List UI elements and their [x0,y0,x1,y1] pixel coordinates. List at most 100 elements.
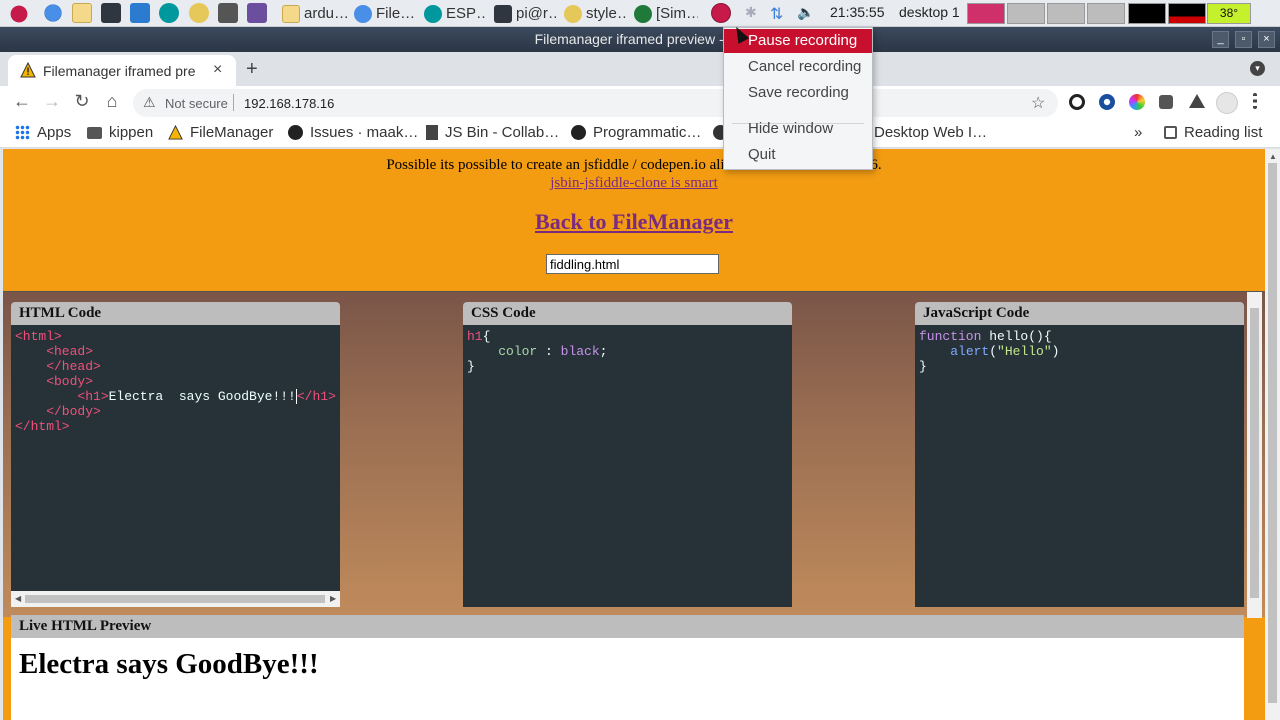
omnibox-separator [233,94,234,111]
code-token: </head> [15,359,101,374]
scroll-thumb[interactable] [25,595,325,603]
scroll-right-icon[interactable]: ▶ [330,594,336,603]
bookmark-filemanager[interactable]: FileManager [168,124,273,141]
close-tab-icon[interactable]: × [213,61,222,79]
html-horizontal-scrollbar[interactable]: ◀ ▶ [11,591,340,607]
clock[interactable]: 21:35:55 [830,4,885,20]
js-code-editor[interactable]: function hello(){ alert("Hello") } [915,325,1244,607]
code-token: "Hello" [997,344,1052,359]
tab-strip: Filemanager iframed pre × [0,52,1280,86]
github-icon [288,125,303,140]
tab-title: Filemanager iframed pre [43,63,196,79]
tab-filemanager[interactable]: Filemanager iframed pre × [8,55,236,86]
menu-item-cancel-recording[interactable]: Cancel recording [724,55,872,79]
volume-icon[interactable]: 🔈 [797,4,814,21]
bookmark-star-icon[interactable]: ☆ [1031,93,1045,113]
browser-menu-icon[interactable] [1253,93,1257,109]
bookmark-issues[interactable]: Issues · maak… [288,124,418,141]
code-token: : [537,344,561,359]
scroll-up-icon[interactable]: ▲ [1269,152,1277,161]
menu-item-hide-window[interactable]: Hide window [724,117,872,141]
code-token: function [919,329,982,344]
code-token: <head> [15,344,94,359]
taskbar-app-3[interactable]: pi@r… [494,2,556,25]
close-window-button[interactable]: × [1258,31,1275,48]
clone-link[interactable]: jsbin-jsfiddle-clone is smart [3,175,1265,192]
menu-item-quit[interactable]: Quit [724,143,872,167]
workspace-2[interactable] [1007,3,1045,24]
extensions-puzzle-icon[interactable] [1159,95,1173,109]
account-avatar[interactable] [1216,92,1238,114]
scroll-thumb[interactable] [1250,308,1259,598]
back-arrow-icon[interactable]: ← [11,91,33,112]
css-code-editor[interactable]: h1{ color : black; } [463,325,792,607]
url-text[interactable]: 192.168.178.16 [244,96,334,111]
recorder-context-menu: Pause recording Cancel recording Save re… [723,27,873,170]
color-extension-icon[interactable] [1129,94,1145,110]
intro-text: Possible its possible to create an jsfid… [386,157,882,173]
bookmark-apps[interactable]: Apps [15,124,71,141]
terminal-icon [494,4,512,23]
tab-search-icon[interactable]: ▾ [1250,61,1265,76]
desktop-label[interactable]: desktop 1 [899,4,960,20]
screenshot-icon[interactable] [218,3,238,23]
screen-recorder-icon[interactable] [247,3,267,23]
taskbar-app-2[interactable]: ESP… [424,2,486,25]
code-token: ( [989,344,998,359]
bookmark-kippen[interactable]: kippen [87,124,153,141]
gimp-icon [564,4,582,23]
editors-vertical-scrollbar[interactable] [1247,292,1262,618]
bookmarks-overflow[interactable]: » [1134,124,1142,141]
reading-list-icon [1164,126,1177,139]
page-scrollbar[interactable]: ▲ [1265,149,1280,720]
terminal-icon[interactable] [101,3,121,23]
profile-avatar-icon[interactable] [1189,94,1205,108]
workspace-3[interactable] [1047,3,1085,24]
reload-icon[interactable]: ↻ [71,91,93,112]
arduino-icon[interactable] [159,3,179,23]
vscode-icon[interactable] [130,3,150,23]
window-titlebar[interactable]: Filemanager iframed preview - Ch _ ▫ × [0,27,1280,52]
editors-area: HTML Code <html> <head> </head> <body> <… [3,291,1265,618]
reading-list[interactable]: Reading list [1164,124,1262,141]
scroll-left-icon[interactable]: ◀ [15,594,21,603]
taskbar-app-0[interactable]: ardu… [282,2,348,25]
maximize-button[interactable]: ▫ [1235,31,1252,48]
blue-extension-icon[interactable] [1099,94,1115,110]
menu-item-save-recording[interactable]: Save recording [724,81,872,105]
cpu-monitor [1128,3,1166,24]
html-code-editor[interactable]: <html> <head> </head> <body> <h1>Electra… [11,325,340,607]
scroll-thumb[interactable] [1268,163,1277,703]
workspace-4[interactable] [1087,3,1125,24]
workspace-1[interactable] [967,3,1005,24]
filename-input[interactable] [546,254,719,274]
home-icon[interactable]: ⌂ [101,91,123,112]
jsbin-icon [426,125,438,140]
js-panel: JavaScript Code function hello(){ alert(… [915,302,1244,607]
forward-arrow-icon[interactable]: → [41,91,63,112]
bookmark-programmatic[interactable]: Programmatic… [571,124,701,141]
gimp-icon[interactable] [189,3,209,23]
taskbar-app-1[interactable]: File… [354,2,416,25]
bluetooth-icon[interactable]: ✱ [745,4,757,21]
window-title: Filemanager iframed preview - Ch [534,31,746,47]
taskbar-app-5[interactable]: [Sim… [634,2,698,25]
address-bar[interactable]: ⚠ Not secure 192.168.178.16 ☆ [133,89,1058,117]
raspberry-menu-icon[interactable] [9,3,29,23]
not-secure-icon: ⚠ [143,94,156,110]
css-panel: CSS Code h1{ color : black; } [463,302,792,607]
warning-icon [20,62,36,78]
preview-heading: Electra says GoodBye!!! [19,648,319,680]
new-tab-button[interactable]: + [246,58,258,81]
bookmarks-bar: Apps kippen FileManager Issues · maak… J… [0,118,1280,148]
sync-extension-icon[interactable] [1069,94,1085,110]
taskbar-app-4[interactable]: style… [564,2,628,25]
back-to-filemanager-link[interactable]: Back to FileManager [3,209,1265,235]
minimize-button[interactable]: _ [1212,31,1229,48]
browser-toolbar: ← → ↻ ⌂ ⚠ Not secure 192.168.178.16 ☆ [0,86,1280,118]
raspberry-tray-icon[interactable] [710,2,732,24]
file-manager-icon[interactable] [72,3,92,23]
web-browser-icon[interactable] [43,3,63,23]
bookmark-jsbin[interactable]: JS Bin - Collab… [426,124,559,141]
network-icon[interactable]: ⇅ [770,4,783,24]
